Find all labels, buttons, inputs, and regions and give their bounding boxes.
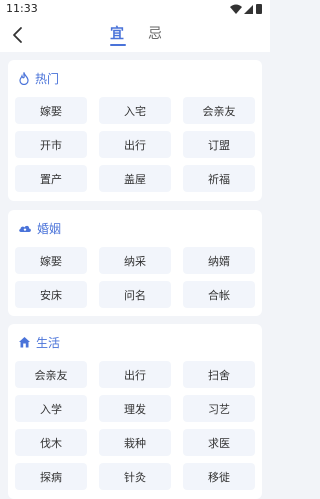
- item-button[interactable]: 移徙: [183, 463, 255, 490]
- item-button[interactable]: 合帐: [183, 281, 255, 308]
- section-title-label: 生活: [36, 335, 61, 350]
- battery-icon: [256, 4, 262, 14]
- status-bar: 11:33: [0, 0, 270, 18]
- item-button[interactable]: 出行: [99, 361, 171, 388]
- item-button[interactable]: 会亲友: [15, 361, 87, 388]
- tab-yi[interactable]: 宜: [110, 23, 124, 43]
- section-life: 生活 会亲友 出行 扫舍 入学 理发 习艺 伐木 栽种 求医 探病 针灸 移徙: [8, 324, 262, 499]
- back-arrow-icon[interactable]: [8, 25, 28, 45]
- section-title: 热门: [18, 70, 59, 86]
- section-marriage: 婚姻 嫁娶 纳采 纳婿 安床 问名 合帐: [8, 210, 262, 316]
- house-icon: [19, 337, 30, 348]
- item-button[interactable]: 纳婿: [183, 247, 255, 274]
- item-button[interactable]: 入宅: [99, 97, 171, 124]
- item-grid: 嫁娶 入宅 会亲友 开市 出行 订盟 置产 盖屋 祈福: [15, 97, 255, 192]
- item-button[interactable]: 栽种: [99, 429, 171, 456]
- item-button[interactable]: 入学: [15, 395, 87, 422]
- item-button[interactable]: 问名: [99, 281, 171, 308]
- status-time: 11:33: [6, 2, 38, 15]
- wifi-icon: [230, 4, 242, 14]
- item-button[interactable]: 理发: [99, 395, 171, 422]
- item-button[interactable]: 订盟: [183, 131, 255, 158]
- section-title-label: 热门: [35, 71, 60, 86]
- item-button[interactable]: 嫁娶: [15, 97, 87, 124]
- item-button[interactable]: 扫舍: [183, 361, 255, 388]
- fire-icon: [19, 71, 29, 85]
- item-button[interactable]: 置产: [15, 165, 87, 192]
- item-grid: 会亲友 出行 扫舍 入学 理发 习艺 伐木 栽种 求医 探病 针灸 移徙: [15, 361, 255, 490]
- status-icons: [230, 4, 262, 14]
- item-button[interactable]: 安床: [15, 281, 87, 308]
- cloud-heart-icon: [19, 225, 31, 232]
- item-button[interactable]: 纳采: [99, 247, 171, 274]
- item-button[interactable]: 会亲友: [183, 97, 255, 124]
- top-bar: 宜 忌: [0, 18, 270, 52]
- item-button[interactable]: 开市: [15, 131, 87, 158]
- item-button[interactable]: 求医: [183, 429, 255, 456]
- item-button[interactable]: 祈福: [183, 165, 255, 192]
- item-button[interactable]: 习艺: [183, 395, 255, 422]
- item-button[interactable]: 伐木: [15, 429, 87, 456]
- item-grid: 嫁娶 纳采 纳婿 安床 问名 合帐: [15, 247, 255, 308]
- item-button[interactable]: 出行: [99, 131, 171, 158]
- section-title-label: 婚姻: [37, 221, 62, 236]
- section-hot: 热门 嫁娶 入宅 会亲友 开市 出行 订盟 置产 盖屋 祈福: [8, 60, 262, 201]
- section-title: 生活: [18, 334, 60, 350]
- signal-icon: [244, 5, 253, 14]
- item-button[interactable]: 针灸: [99, 463, 171, 490]
- active-tab-indicator: [110, 44, 126, 46]
- item-button[interactable]: 探病: [15, 463, 87, 490]
- item-button[interactable]: 盖屋: [99, 165, 171, 192]
- section-title: 婚姻: [18, 220, 61, 236]
- item-button[interactable]: 嫁娶: [15, 247, 87, 274]
- tab-ji[interactable]: 忌: [148, 23, 162, 43]
